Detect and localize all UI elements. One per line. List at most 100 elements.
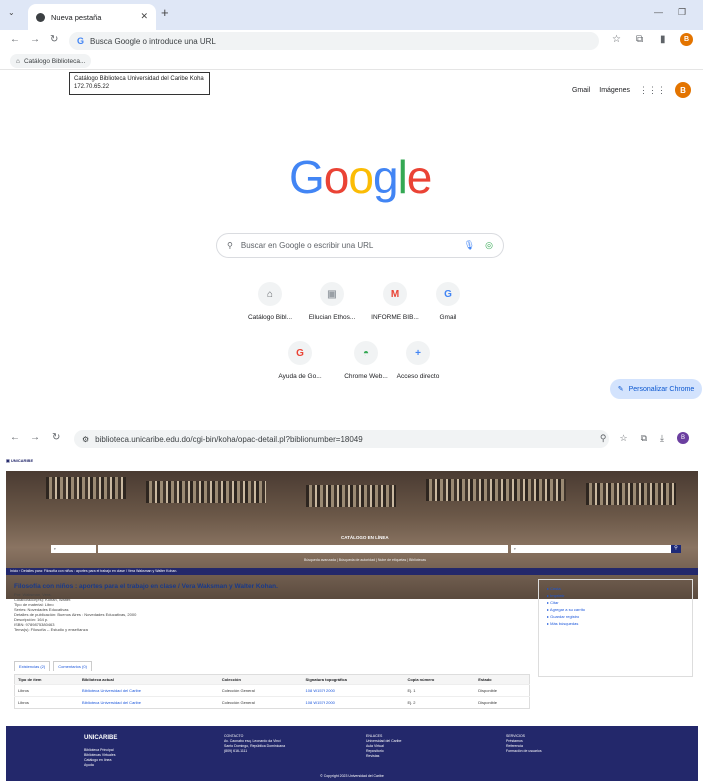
footer-link[interactable]: Ayuda — [84, 763, 115, 768]
restore-icon[interactable]: ❐ — [678, 7, 686, 18]
shortcut-icon: ▣ — [320, 282, 344, 306]
profile-avatar[interactable]: B — [675, 82, 691, 98]
new-tab-window: ⌄ Nueva pestaña ✕ + — ❐ ← → ↻ G Busca Go… — [0, 0, 703, 405]
holdings-table: Tipo de ítem Biblioteca actual Colección Si… — [14, 674, 530, 709]
extensions-icon[interactable]: ⧉ — [641, 433, 647, 444]
reload-icon[interactable]: ↻ — [52, 432, 60, 443]
column-header[interactable]: Tipo de ítem — [14, 674, 80, 685]
tab-strip: ⌄ Nueva pestaña ✕ + — ❐ — [0, 0, 703, 30]
library-select[interactable]: ▾ — [511, 545, 671, 553]
footer-link[interactable]: (809) 616-1111 — [224, 749, 285, 754]
minimize-icon[interactable]: — — [654, 7, 663, 17]
footer-copyright: © Copyright 2023 Universidad del Caribe — [320, 774, 384, 778]
column-header[interactable]: Copia número — [404, 674, 476, 685]
footer-column: Biblioteca Principal Bibliotecas Virtuale… — [84, 748, 115, 768]
shortcut-tile[interactable]: ⌂ Catálogo Bibl... — [240, 282, 300, 321]
footer-link[interactable]: Formación de usuarios — [506, 749, 542, 754]
shortcut-label: INFORME BIB... — [371, 314, 419, 321]
column-header[interactable]: Colección — [218, 674, 303, 685]
shortcut-tile[interactable]: G Gmail — [418, 282, 478, 321]
shortcut-tile[interactable]: ◓ Chrome Web... — [336, 341, 396, 380]
shortcut-label: Ayuda de Go... — [278, 373, 322, 380]
record-action-link[interactable]: ▸ Más búsquedas — [547, 620, 684, 627]
star-icon[interactable]: ☆ — [620, 433, 628, 444]
record-detail: Filosofía con niños : aportes para el tr… — [14, 579, 530, 632]
record-action-link[interactable]: ▸ Guardar registro — [547, 613, 684, 620]
shortcut-tile[interactable]: M INFORME BIB... — [365, 282, 425, 321]
breadcrumb[interactable]: Inicio › Detalles para: Filosofía con ni… — [6, 568, 698, 575]
chrome-tab-icon — [36, 12, 45, 22]
google-top-links: Gmail Imágenes ⋮⋮⋮ B — [572, 82, 691, 98]
shortcut-tile[interactable]: ▣ Ellucian Ethos... — [302, 282, 362, 321]
shortcut-icon: + — [406, 341, 430, 365]
omnibox-placeholder: Busca Google o introduce una URL — [90, 36, 216, 46]
table-cell: Colección General — [218, 684, 303, 697]
page-url: biblioteca.unicaribe.edu.do/cgi-bin/koha… — [95, 434, 363, 444]
omnibox[interactable]: G Busca Google o introduce una URL — [69, 32, 599, 50]
bookmark-catalogo[interactable]: ⌂ Catálogo Biblioteca... — [10, 54, 92, 68]
table-cell: Ej. 2 — [404, 696, 476, 709]
table-cell[interactable]: Biblioteca Universidad del Caribe — [79, 696, 219, 709]
close-tab-icon[interactable]: ✕ — [140, 11, 148, 22]
customize-chrome-button[interactable]: ✎ Personalizar Chrome — [610, 379, 702, 399]
forward-icon[interactable]: → — [30, 432, 40, 443]
shortcut-icon: ◓ — [354, 341, 378, 365]
star-icon[interactable]: ☆ — [612, 34, 621, 45]
shortcut-label: Gmail — [439, 314, 457, 321]
table-cell: Libros — [14, 684, 80, 697]
search-type-select[interactable]: ▾ — [51, 545, 96, 553]
download-icon[interactable]: ⤓ — [660, 433, 664, 444]
record-action-link[interactable]: ▸ Cesta — [547, 585, 684, 592]
extensions-icon[interactable]: ⧉ — [636, 34, 643, 45]
footer-link[interactable]: Revistas — [366, 754, 401, 759]
omnibox-2[interactable]: ⚙ biblioteca.unicaribe.edu.do/cgi-bin/ko… — [74, 430, 609, 448]
google-search-box[interactable]: ⚲ Buscar en Google o escribir una URL 🎙︎… — [216, 233, 504, 258]
table-cell[interactable]: 108 W157f 2000 — [302, 684, 405, 697]
profile-avatar-small[interactable]: B — [680, 33, 693, 46]
table-row: Libros Biblioteca Universidad del Caribe C… — [14, 684, 530, 697]
record-action-link[interactable]: ▸ Citar — [547, 599, 684, 606]
footer-column: SERVICIOS Préstamos Referencia Formación de… — [506, 734, 542, 754]
forward-icon[interactable]: → — [30, 34, 40, 45]
table-cell[interactable]: Biblioteca Universidad del Caribe — [79, 684, 219, 697]
images-link[interactable]: Imágenes — [599, 87, 630, 94]
column-header[interactable]: Biblioteca actual — [79, 674, 219, 685]
catalog-search-input[interactable] — [98, 545, 508, 553]
record-action-link[interactable]: ▸ Imprimir — [547, 592, 684, 599]
translate-icon[interactable]: ⚲ — [600, 433, 607, 444]
catalog-title: CATÁLOGO EN LÍNEA — [341, 535, 389, 540]
catalog-search-button[interactable]: ⚲ — [671, 545, 681, 553]
shortcut-label: Acceso directo — [396, 373, 440, 380]
record-action-link[interactable]: ▸ Agregar a su carrito — [547, 606, 684, 613]
koha-catalog-window: ← → ↻ ⚙ biblioteca.unicaribe.edu.do/cgi-… — [0, 428, 703, 781]
shortcut-label: Ellucian Ethos... — [308, 314, 356, 321]
reload-icon[interactable]: ↻ — [50, 34, 58, 45]
column-header[interactable]: Signatura topográfica — [302, 674, 405, 685]
site-info-icon: ⚙ — [82, 434, 90, 444]
side-panel-icon[interactable]: ▮ — [660, 34, 666, 45]
microphone-icon[interactable]: 🎙︎ — [464, 240, 475, 251]
record-actions: ▸ Cesta ▸ Imprimir ▸ Citar ▸ Agregar a su c… — [538, 579, 693, 677]
new-tab-plus-icon[interactable]: + — [161, 5, 169, 20]
bookmark-icon: ⌂ — [16, 57, 20, 65]
hero-links[interactable]: Búsqueda avanzada | Búsqueda de autorida… — [304, 558, 426, 562]
back-icon[interactable]: ← — [10, 34, 20, 45]
holdings-tab[interactable]: Comentarios (0) — [53, 661, 92, 671]
profile-avatar[interactable]: B — [677, 432, 689, 444]
back-icon[interactable]: ← — [10, 432, 20, 443]
tab-new-tab[interactable]: Nueva pestaña ✕ — [28, 4, 156, 30]
table-cell: Ej. 1 — [404, 684, 476, 697]
bookmark-tooltip: Catálogo Biblioteca Universidad del Cari… — [69, 72, 210, 95]
apps-grid-icon[interactable]: ⋮⋮⋮ — [639, 85, 666, 96]
gmail-link[interactable]: Gmail — [572, 87, 590, 94]
holdings-tab[interactable]: Existencias (2) — [14, 661, 51, 671]
tab-search-icon[interactable]: ⌄ — [8, 8, 15, 17]
search-placeholder: Buscar en Google o escribir una URL — [240, 241, 374, 250]
shortcut-icon: G — [436, 282, 460, 306]
shortcut-tile[interactable]: G Ayuda de Go... — [270, 341, 330, 380]
table-cell[interactable]: 108 W157f 2000 — [302, 696, 405, 709]
shortcut-tile[interactable]: + Acceso directo — [388, 341, 448, 380]
column-header[interactable]: Estado — [475, 674, 530, 685]
google-lens-icon[interactable]: ◎ — [485, 240, 493, 251]
record-title: Filosofía con niños : aportes para el tr… — [14, 583, 278, 590]
